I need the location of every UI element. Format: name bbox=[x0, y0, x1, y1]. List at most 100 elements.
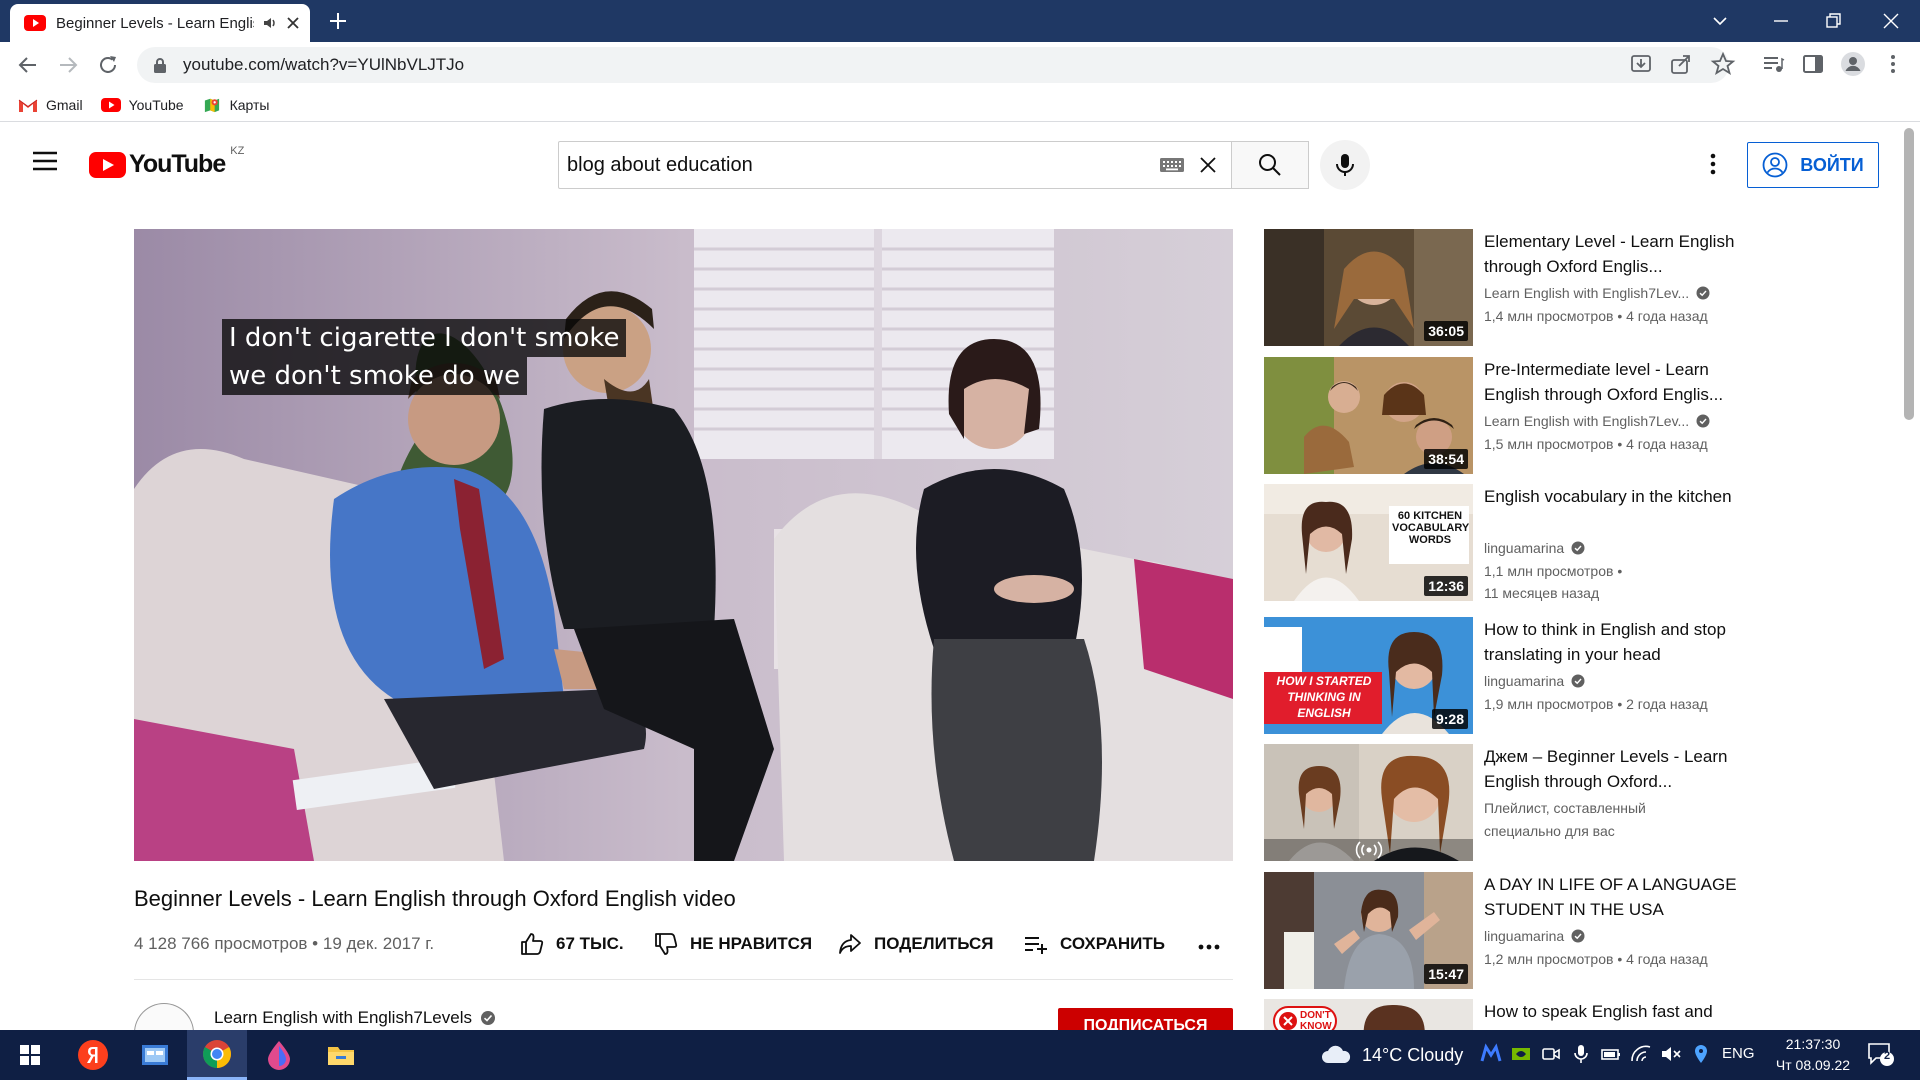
media-control-icon[interactable] bbox=[1760, 51, 1786, 77]
related-video-item[interactable]: 15:47 A DAY IN LIFE OF A LANGUAGE STUDEN… bbox=[1264, 872, 1884, 990]
tray-app-icon[interactable] bbox=[1480, 1043, 1502, 1065]
related-meta: 1,9 млн просмотров • 2 года назад bbox=[1484, 696, 1708, 712]
address-bar[interactable]: youtube.com/watch?v=YUlNbVLJTJo bbox=[137, 47, 1729, 83]
battery-icon[interactable] bbox=[1600, 1043, 1622, 1065]
youtube-logo[interactable]: YouTube KZ bbox=[89, 145, 244, 179]
video-thumbnail[interactable]: 60 KITCHEN VOCABULARY WORDS 12:36 bbox=[1264, 484, 1473, 601]
share-page-icon[interactable] bbox=[1668, 51, 1694, 77]
system-clock[interactable]: 21:37:30 Чт 08.09.22 bbox=[1768, 1034, 1858, 1076]
microphone-tray-icon[interactable] bbox=[1570, 1043, 1592, 1065]
bookmark-youtube[interactable]: YouTube bbox=[100, 97, 184, 113]
weather-text: 14°C Cloudy bbox=[1362, 1044, 1464, 1065]
hamburger-menu-icon[interactable] bbox=[30, 149, 60, 173]
related-meta: 1,1 млн просмотров • bbox=[1484, 563, 1623, 579]
settings-more-icon[interactable] bbox=[1700, 151, 1726, 177]
reload-icon[interactable] bbox=[94, 51, 122, 79]
taskbar-chrome[interactable] bbox=[187, 1030, 247, 1080]
meet-now-icon[interactable] bbox=[1540, 1043, 1562, 1065]
bookmark-star-icon[interactable] bbox=[1710, 51, 1736, 77]
share-button[interactable]: ПОДЕЛИТЬСЯ bbox=[836, 930, 994, 958]
related-channel: Плейлист, составленный bbox=[1484, 800, 1646, 816]
keyboard-icon[interactable] bbox=[1159, 156, 1185, 174]
forward-icon[interactable] bbox=[54, 51, 82, 79]
subscribe-button[interactable]: ПОДПИСАТЬСЯ bbox=[1058, 1008, 1233, 1030]
share-label: ПОДЕЛИТЬСЯ bbox=[874, 934, 994, 953]
notification-center-button[interactable]: 2 bbox=[1866, 1041, 1896, 1069]
channel-text: Плейлист, составленный bbox=[1484, 800, 1646, 816]
youtube-icon bbox=[100, 97, 121, 112]
verified-badge-icon bbox=[1571, 541, 1585, 555]
more-actions-icon[interactable] bbox=[1196, 934, 1222, 960]
minimize-icon[interactable] bbox=[1766, 6, 1796, 36]
video-thumbnail[interactable]: 36:05 bbox=[1264, 229, 1473, 346]
new-tab-icon[interactable] bbox=[325, 8, 351, 34]
bookmark-label: Gmail bbox=[46, 96, 83, 113]
taskbar-file-explorer[interactable] bbox=[311, 1030, 371, 1080]
weather-widget[interactable]: 14°C Cloudy bbox=[1320, 1030, 1463, 1080]
mix-thumbnail[interactable] bbox=[1264, 744, 1473, 861]
start-button[interactable] bbox=[0, 1030, 60, 1080]
channel-avatar[interactable] bbox=[134, 1003, 194, 1033]
bookmark-maps[interactable]: Карты bbox=[202, 97, 269, 113]
bookmark-gmail[interactable]: Gmail bbox=[18, 97, 83, 113]
profile-avatar-icon[interactable] bbox=[1840, 51, 1866, 77]
related-channel[interactable]: linguamarina bbox=[1484, 540, 1585, 556]
verified-badge-icon bbox=[1696, 414, 1710, 428]
sign-in-button[interactable]: ВОЙТИ bbox=[1747, 142, 1879, 188]
location-pin-icon[interactable] bbox=[1690, 1043, 1712, 1065]
voice-search-button[interactable] bbox=[1320, 140, 1370, 190]
caption-line-1: I don't cigarette I don't smoke bbox=[222, 319, 627, 357]
audio-playing-icon[interactable] bbox=[262, 15, 278, 31]
taskbar-drop-app[interactable] bbox=[249, 1030, 309, 1080]
clear-search-icon[interactable] bbox=[1197, 154, 1219, 176]
playlist-add-icon bbox=[1025, 937, 1047, 954]
volume-muted-icon[interactable] bbox=[1660, 1043, 1682, 1065]
tab-search-chevron-icon[interactable] bbox=[1705, 6, 1735, 36]
video-thumbnail[interactable]: HOW I STARTED THINKING IN ENGLISH 9:28 bbox=[1264, 617, 1473, 734]
browser-tab[interactable]: Beginner Levels - Learn English through … bbox=[10, 4, 310, 42]
related-channel[interactable]: linguamarina bbox=[1484, 928, 1585, 944]
browser-menu-icon[interactable] bbox=[1880, 51, 1906, 77]
restore-icon[interactable] bbox=[1818, 6, 1848, 36]
page-scrollbar[interactable] bbox=[1904, 128, 1914, 420]
side-panel-icon[interactable] bbox=[1800, 51, 1826, 77]
related-channel[interactable]: Learn English with English7Lev... bbox=[1484, 285, 1710, 301]
youtube-header: YouTube KZ blog about education ВОЙТИ bbox=[0, 123, 1900, 198]
related-video-item[interactable]: DON'T KNOW How to speak English fast and bbox=[1264, 999, 1884, 1030]
install-app-icon[interactable] bbox=[1628, 51, 1654, 77]
dislike-label: НЕ НРАВИТСЯ bbox=[690, 934, 813, 953]
related-channel[interactable]: linguamarina bbox=[1484, 673, 1585, 689]
taskbar-file-app[interactable] bbox=[125, 1030, 185, 1080]
related-channel[interactable]: Learn English with English7Lev... bbox=[1484, 413, 1710, 429]
verified-badge-icon bbox=[1571, 929, 1585, 943]
search-input[interactable]: blog about education bbox=[558, 141, 1232, 189]
close-tab-icon[interactable] bbox=[286, 16, 300, 30]
channel-text: Learn English with English7Lev... bbox=[1484, 285, 1690, 301]
related-video-item[interactable]: HOW I STARTED THINKING IN ENGLISH 9:28 H… bbox=[1264, 617, 1884, 735]
like-button[interactable]: 67 ТЫС. bbox=[518, 930, 624, 958]
wifi-icon[interactable] bbox=[1630, 1043, 1652, 1065]
related-video-item[interactable]: 60 KITCHEN VOCABULARY WORDS 12:36 Englis… bbox=[1264, 484, 1884, 602]
browser-tab-strip: Beginner Levels - Learn English through … bbox=[0, 0, 1920, 42]
input-language[interactable]: ENG bbox=[1722, 1045, 1755, 1062]
related-mix-item[interactable]: Джем – Beginner Levels - Learn English t… bbox=[1264, 744, 1884, 862]
save-button[interactable]: СОХРАНИТЬ bbox=[1022, 930, 1165, 958]
caption-line-2: we don't smoke do we bbox=[222, 357, 528, 395]
close-window-icon[interactable] bbox=[1876, 6, 1906, 36]
dislike-button[interactable]: НЕ НРАВИТСЯ bbox=[652, 930, 812, 958]
search-button[interactable] bbox=[1231, 141, 1309, 189]
nvidia-icon[interactable] bbox=[1510, 1043, 1532, 1065]
video-player[interactable]: I don't cigarette I don't smoke we don't… bbox=[134, 229, 1233, 861]
back-icon[interactable] bbox=[14, 51, 42, 79]
mix-radio-icon bbox=[1355, 841, 1383, 859]
related-video-item[interactable]: 36:05 Elementary Level - Learn English t… bbox=[1264, 229, 1884, 347]
related-video-item[interactable]: 38:54 Pre-Intermediate level - Learn Eng… bbox=[1264, 357, 1884, 475]
taskbar-yandex[interactable] bbox=[63, 1030, 123, 1080]
channel-name[interactable]: Learn English with English7Levels bbox=[214, 1008, 496, 1028]
windows-logo-icon bbox=[20, 1045, 40, 1065]
thumbnail-image bbox=[1264, 999, 1473, 1030]
video-thumbnail[interactable]: 15:47 bbox=[1264, 872, 1473, 989]
video-thumbnail[interactable]: 38:54 bbox=[1264, 357, 1473, 474]
lock-icon[interactable] bbox=[153, 57, 167, 73]
video-thumbnail[interactable]: DON'T KNOW bbox=[1264, 999, 1473, 1030]
